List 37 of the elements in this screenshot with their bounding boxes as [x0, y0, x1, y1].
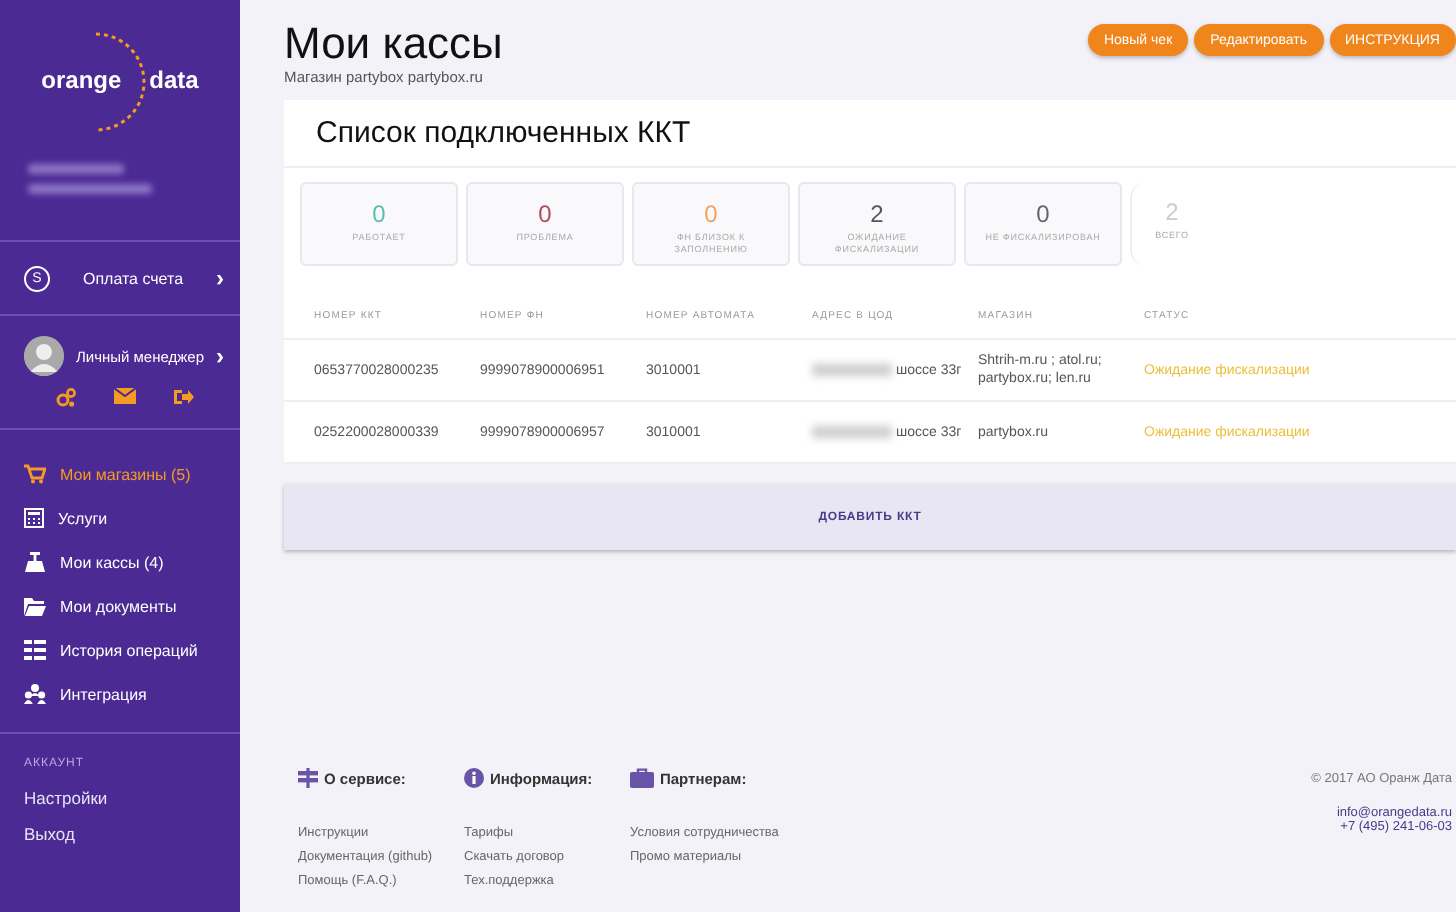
calculator-icon	[24, 508, 44, 528]
payment-link[interactable]: Оплата счета	[50, 269, 216, 287]
sidebar-item[interactable]: Мои документы	[0, 584, 240, 628]
info-icon	[464, 768, 484, 788]
sidebar-item[interactable]: Мои кассы (4)	[0, 540, 240, 584]
logo-text: data	[149, 66, 199, 94]
sidebar-item[interactable]: Услуги	[0, 496, 240, 540]
cart-icon	[24, 464, 46, 484]
stat-value: 0	[372, 200, 386, 228]
card-title: Список подключенных ККТ	[284, 100, 1456, 168]
folder-icon	[24, 597, 46, 615]
people-icon	[24, 684, 46, 704]
avatar-icon	[24, 336, 64, 376]
list-icon	[24, 640, 46, 660]
mail-icon[interactable]	[113, 388, 135, 404]
gears-icon[interactable]	[55, 388, 75, 408]
stat-value: 0	[1036, 200, 1050, 228]
blurred-text	[812, 364, 892, 376]
blurred-text	[812, 426, 892, 438]
sidebar-item[interactable]: История операций	[0, 628, 240, 672]
account-link[interactable]: Выход	[24, 816, 240, 852]
blurred-text	[28, 164, 124, 174]
blurred-text	[28, 184, 152, 194]
logout-icon[interactable]	[173, 388, 193, 406]
logo-text: orange	[41, 66, 122, 94]
chevron-icon: ›	[216, 342, 224, 370]
stat-value: 0	[704, 200, 718, 228]
sidebar-item[interactable]: Мои магазины (5)	[0, 452, 240, 496]
stat-value: 0	[538, 200, 552, 228]
chevron-icon: ›	[216, 264, 224, 292]
cash-register-icon	[24, 552, 46, 572]
account-link[interactable]: Настройки	[24, 780, 240, 816]
stat-value: 2	[870, 200, 884, 228]
briefcase-icon	[630, 768, 654, 788]
page-title: Мои кассы	[284, 20, 503, 68]
signpost-icon	[298, 768, 318, 788]
sidebar-item[interactable]: Интеграция	[0, 672, 240, 716]
